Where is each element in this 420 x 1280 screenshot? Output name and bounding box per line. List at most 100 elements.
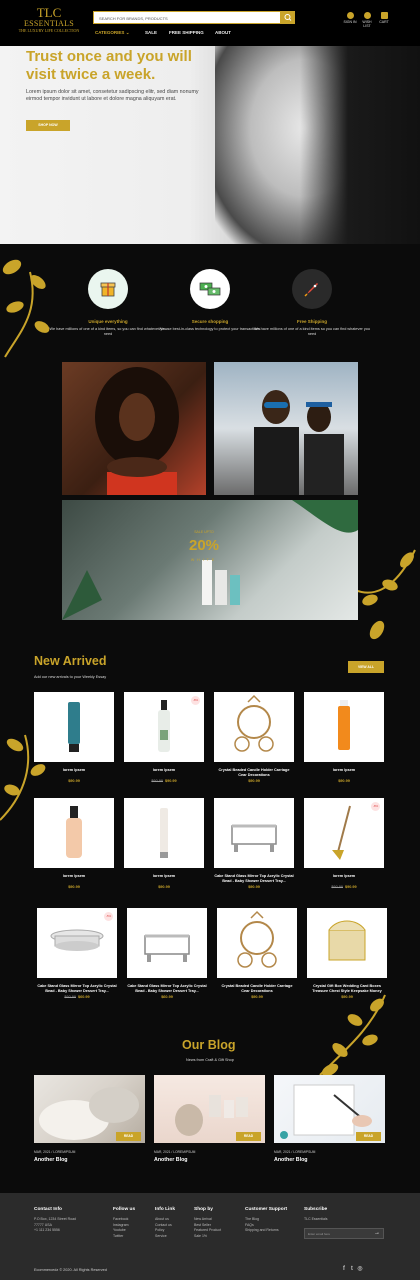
product-name[interactable]: lorem Ipsem	[124, 874, 204, 884]
feature-shipping-text: We have millions of one of a kind items …	[253, 327, 370, 336]
hero-title: Trust once and you will visit twice a we…	[26, 48, 192, 83]
nav-categories[interactable]: CATEGORIES ⌄	[95, 30, 129, 36]
logo[interactable]: TLC ESSENTIALS THE LUXURY LIFE COLLECTIO…	[18, 6, 80, 42]
product-price: $90.99	[124, 885, 204, 889]
product-name[interactable]: lorem Ipsem	[34, 874, 114, 884]
product-image[interactable]: -5%	[37, 908, 117, 978]
product-image[interactable]	[214, 692, 294, 762]
product-price: $90.99	[34, 779, 114, 783]
product-card[interactable]: lorem Ipsem $90.99	[304, 692, 384, 783]
footer-link[interactable]: TLC Essentials	[304, 1217, 328, 1223]
current-price: $90.99	[165, 779, 177, 783]
cart-label: CART	[379, 20, 389, 24]
footer-link[interactable]: Twitter	[113, 1234, 135, 1240]
product-image[interactable]	[304, 692, 384, 762]
product-image[interactable]	[34, 798, 114, 868]
current-price: $90.99	[341, 995, 353, 999]
twitter-icon[interactable]: t	[349, 1266, 355, 1272]
footer-heading: Subscribe	[304, 1207, 328, 1212]
product-image[interactable]	[217, 908, 297, 978]
product-name[interactable]: Crystal Beaded Candle Holder Carriage Ce…	[214, 768, 294, 778]
logo-line2: ESSENTIALS	[23, 19, 75, 28]
site-header: TLC ESSENTIALS THE LUXURY LIFE COLLECTIO…	[0, 0, 420, 46]
view-all-button[interactable]: View All	[348, 661, 384, 673]
blog-meta-3: MAR, 2021 / LOREMIPSUM	[274, 1150, 316, 1154]
product-card[interactable]: -8% lorem Ipsem $60.99 $90.99	[304, 798, 384, 889]
footer-link[interactable]: Shipping and Returns	[245, 1228, 287, 1234]
blog-read-button-2[interactable]: Read	[236, 1132, 261, 1141]
footer-column: Shop by New Arrival Best Seller Featured Pr…	[194, 1207, 221, 1239]
product-card[interactable]: -8% lorem Ipsem $60.99 $90.99	[124, 692, 204, 783]
arrow-right-icon[interactable]: →	[374, 1230, 380, 1236]
product-price: $60.99 $90.99	[304, 885, 384, 889]
product-name[interactable]: lorem Ipsem	[124, 768, 204, 778]
feature-secure-circle	[190, 269, 230, 309]
chevron-down-icon: ⌄	[125, 30, 130, 35]
product-card[interactable]: Crystal Gift Box Wedding Card Boxes Trea…	[307, 908, 387, 999]
search-button[interactable]	[281, 11, 295, 24]
blog-post-title-1[interactable]: Another Blog	[34, 1157, 68, 1163]
discount-badge: -8%	[191, 696, 200, 705]
promo-tile-men[interactable]	[214, 362, 358, 495]
product-card[interactable]: lorem Ipsem $90.99	[34, 798, 114, 889]
blog-read-button-1[interactable]: Read	[116, 1132, 141, 1141]
product-card[interactable]: lorem Ipsem $90.99	[124, 798, 204, 889]
search-input[interactable]: Search for brands, products	[93, 11, 281, 24]
footer-link[interactable]: Service	[155, 1234, 175, 1240]
subscribe-email-input[interactable]: Enter email here	[304, 1228, 384, 1239]
product-card[interactable]: Cake Stand Glass Mirror Top Acrylic Crys…	[127, 908, 207, 999]
product-card[interactable]: -5% Cake Stand Glass Mirror Top Acrylic C…	[37, 908, 117, 999]
woman-portrait-image	[95, 367, 179, 495]
product-image[interactable]	[307, 908, 387, 978]
blog-post-title-3[interactable]: Another Blog	[274, 1157, 308, 1163]
leaf-decoration-icon	[2, 259, 50, 358]
nav-free-shipping[interactable]: FREE SHIPPING	[169, 30, 204, 35]
nav-about[interactable]: ABOUT	[215, 30, 231, 35]
blog-post-title-2[interactable]: Another Blog	[154, 1157, 188, 1163]
signin-label: SIGN IN	[343, 20, 357, 24]
product-name[interactable]: lorem Ipsem	[34, 768, 114, 778]
product-card[interactable]: Crystal Beaded Candle Holder Carriage Ce…	[217, 908, 297, 999]
blog-read-button-3[interactable]: Read	[356, 1132, 381, 1141]
footer-heading: Shop by	[194, 1207, 213, 1212]
product-name[interactable]: Cake Stand Glass Mirror Top Acrylic Crys…	[37, 984, 117, 994]
user-icon	[346, 12, 354, 19]
heart-icon	[363, 12, 371, 19]
product-name[interactable]: Cake Stand Glass Mirror Top Acrylic Crys…	[214, 874, 294, 884]
sale-percent: 20%	[188, 537, 220, 554]
current-price: $90.99	[251, 995, 263, 999]
footer-link[interactable]: +1 111 234 5556	[34, 1228, 76, 1234]
feature-unique-circle	[88, 269, 128, 309]
product-card[interactable]: Crystal Beaded Candle Holder Carriage Ce…	[214, 692, 294, 783]
promo-tile-woman[interactable]	[62, 362, 206, 495]
product-name[interactable]: lorem Ipsem	[304, 768, 384, 778]
product-image[interactable]	[214, 798, 294, 868]
signin-button[interactable]: SIGN IN	[343, 12, 357, 24]
product-image[interactable]	[124, 798, 204, 868]
instagram-icon[interactable]: ◎	[357, 1266, 363, 1272]
cart-button[interactable]: CART	[377, 12, 391, 24]
footer-link[interactable]: Sale 1%	[194, 1234, 221, 1240]
product-name[interactable]: Cake Stand Glass Mirror Top Acrylic Crys…	[127, 984, 207, 994]
product-card[interactable]: Cake Stand Glass Mirror Top Acrylic Crys…	[214, 798, 294, 889]
product-name[interactable]: Crystal Beaded Candle Holder Carriage Ce…	[217, 984, 297, 994]
product-image[interactable]: -8%	[124, 692, 204, 762]
facebook-icon[interactable]: f	[341, 1266, 347, 1272]
product-image[interactable]	[127, 908, 207, 978]
nav-sale[interactable]: SALE	[145, 30, 157, 35]
product-image[interactable]: -8%	[304, 798, 384, 868]
product-name[interactable]: Crystal Gift Box Wedding Card Boxes Trea…	[307, 984, 387, 994]
product-name[interactable]: lorem Ipsem	[304, 874, 384, 884]
footer-column: Subscribe TLC Essentials	[304, 1207, 328, 1223]
product-image[interactable]	[34, 692, 114, 762]
shop-now-button[interactable]: Shop Now	[26, 120, 70, 131]
footer-link[interactable]: P.O Box, 1234 Street Road	[34, 1217, 76, 1223]
wishlist-button[interactable]: WISH LIST	[360, 12, 374, 28]
current-price: $90.99	[68, 779, 80, 783]
footer-link[interactable]: Featured Product	[194, 1228, 221, 1234]
footer-heading: Customer Support	[245, 1207, 288, 1212]
sale-upto-label: SALE UPTO	[194, 530, 214, 534]
product-card[interactable]: lorem Ipsem $90.99	[34, 692, 114, 783]
product-price: $60.99	[127, 995, 207, 999]
current-price: $60.99	[161, 995, 173, 999]
